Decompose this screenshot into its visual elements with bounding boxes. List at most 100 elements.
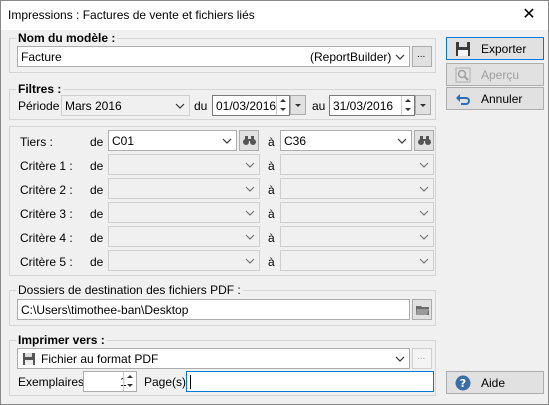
du-label: du bbox=[194, 99, 208, 113]
annuler-button[interactable]: Annuler bbox=[446, 87, 544, 110]
arrow-down-icon bbox=[405, 108, 411, 111]
arrow-down-icon bbox=[280, 108, 286, 111]
date-from-calendar-button[interactable] bbox=[290, 95, 306, 115]
modele-browse-button[interactable]: ... bbox=[412, 46, 432, 67]
criteria-label: Critère 4 : bbox=[20, 231, 73, 245]
chevron-down-icon bbox=[394, 132, 410, 149]
de-label: de bbox=[90, 135, 104, 149]
periode-select[interactable]: Mars 2016 bbox=[61, 95, 190, 116]
periode-label: Période bbox=[18, 99, 60, 113]
apercu-button[interactable]: Aperçu bbox=[446, 63, 544, 86]
title-bar: Impressions : Factures de vente et fichi… bbox=[1, 1, 548, 30]
chevron-down-icon bbox=[392, 48, 408, 65]
a-label: à bbox=[268, 231, 275, 245]
exemplaires-stepper[interactable] bbox=[123, 372, 136, 391]
chevron-down-icon bbox=[172, 97, 188, 114]
critere-2-to-select[interactable] bbox=[280, 178, 434, 199]
modele-name: Facture bbox=[21, 50, 62, 64]
a-label: à bbox=[268, 207, 275, 221]
a-label: à bbox=[268, 183, 275, 197]
aide-button[interactable]: ? Aide bbox=[446, 371, 544, 394]
chevron-down-icon bbox=[416, 156, 432, 173]
pdf-dest-legend: Dossiers de destination des fichiers PDF… bbox=[16, 283, 243, 297]
exporter-button[interactable]: Exporter bbox=[446, 37, 544, 60]
imprimer-target-select[interactable]: Fichier au format PDF bbox=[17, 348, 410, 369]
floppy-disk-icon bbox=[456, 42, 470, 56]
imprimer-legend: Imprimer vers : bbox=[16, 333, 107, 347]
exemplaires-label: Exemplaires bbox=[18, 375, 85, 389]
modele-legend: Nom du modèle : bbox=[16, 31, 118, 45]
chevron-down-icon bbox=[416, 204, 432, 221]
de-label: de bbox=[90, 231, 104, 245]
chevron-down-icon bbox=[242, 180, 258, 197]
arrow-up-icon bbox=[280, 99, 286, 102]
svg-text:?: ? bbox=[460, 377, 466, 390]
critere-3-to-select[interactable] bbox=[280, 202, 434, 223]
exporter-label: Exporter bbox=[481, 42, 527, 56]
chevron-down-icon bbox=[416, 252, 432, 269]
date-from-field[interactable]: 01/03/2016 bbox=[212, 95, 290, 116]
pages-field[interactable] bbox=[186, 371, 434, 392]
chevron-down-icon bbox=[416, 180, 432, 197]
critere-5-from-select[interactable] bbox=[108, 250, 260, 271]
date-from-value: 01/03/2016 bbox=[216, 99, 277, 113]
criteria-label: Critère 5 : bbox=[20, 255, 73, 269]
date-to-stepper[interactable] bbox=[401, 96, 414, 115]
tiers-from-select[interactable]: C01 bbox=[108, 130, 237, 151]
imprimer-browse-button[interactable]: ... bbox=[412, 348, 432, 369]
a-label: à bbox=[268, 159, 275, 173]
modele-engine: (ReportBuilder) bbox=[310, 50, 392, 64]
tiers-to-search-button[interactable] bbox=[414, 130, 434, 151]
imprimer-target-value: Fichier au format PDF bbox=[41, 352, 159, 366]
chevron-down-icon bbox=[242, 204, 258, 221]
question-icon: ? bbox=[455, 375, 471, 391]
tiers-to-select[interactable]: C36 bbox=[280, 130, 412, 151]
date-to-field[interactable]: 31/03/2016 bbox=[329, 95, 415, 116]
critere-1-from-select[interactable] bbox=[108, 154, 260, 175]
pdf-path-field[interactable]: C:\Users\timothee-ban\Desktop bbox=[17, 299, 410, 320]
criteria-label: Critère 3 : bbox=[20, 207, 73, 221]
ellipsis-icon: ... bbox=[417, 49, 426, 60]
tiers-to-value: C36 bbox=[284, 134, 307, 148]
pdf-path-value: C:\Users\timothee-ban\Desktop bbox=[21, 303, 189, 317]
critere-3-from-select[interactable] bbox=[108, 202, 260, 223]
close-icon[interactable]: ✕ bbox=[514, 4, 544, 26]
date-to-value: 31/03/2016 bbox=[333, 99, 394, 113]
criteria-label: Tiers : bbox=[20, 135, 53, 149]
criteria-label: Critère 1 : bbox=[20, 159, 73, 173]
date-from-stepper[interactable] bbox=[276, 96, 289, 115]
folder-icon bbox=[416, 306, 429, 315]
tiers-from-search-button[interactable] bbox=[239, 130, 259, 151]
de-label: de bbox=[90, 159, 104, 173]
critere-1-to-select[interactable] bbox=[280, 154, 434, 175]
de-label: de bbox=[90, 183, 104, 197]
critere-5-to-select[interactable] bbox=[280, 250, 434, 271]
text-cursor bbox=[190, 375, 191, 389]
annuler-label: Annuler bbox=[481, 92, 523, 106]
pdf-browse-button[interactable] bbox=[412, 299, 432, 320]
critere-4-from-select[interactable] bbox=[108, 226, 260, 247]
critere-4-to-select[interactable] bbox=[280, 226, 434, 247]
critere-2-from-select[interactable] bbox=[108, 178, 260, 199]
exemplaires-field[interactable]: 1 bbox=[83, 371, 137, 392]
aide-label: Aide bbox=[481, 376, 506, 390]
print-dialog: Impressions : Factures de vente et fichi… bbox=[0, 0, 549, 405]
ellipsis-icon: ... bbox=[417, 351, 426, 362]
a-label: à bbox=[268, 135, 275, 149]
criteria-label: Critère 2 : bbox=[20, 183, 73, 197]
pages-label: Page(s) bbox=[144, 375, 187, 389]
chevron-down-icon bbox=[295, 104, 301, 107]
date-to-calendar-button[interactable] bbox=[415, 95, 431, 115]
modele-select[interactable]: Facture (ReportBuilder) bbox=[17, 46, 410, 67]
periode-value: Mars 2016 bbox=[65, 99, 122, 113]
undo-arrow-icon bbox=[456, 94, 470, 105]
chevron-down-icon bbox=[242, 228, 258, 245]
window-title: Impressions : Factures de vente et fichi… bbox=[8, 8, 255, 22]
binoculars-icon bbox=[243, 136, 256, 145]
de-label: de bbox=[90, 255, 104, 269]
arrow-up-icon bbox=[127, 375, 133, 378]
chevron-down-icon bbox=[242, 252, 258, 269]
arrow-down-icon bbox=[127, 384, 133, 387]
chevron-down-icon bbox=[242, 156, 258, 173]
apercu-label: Aperçu bbox=[481, 68, 520, 82]
